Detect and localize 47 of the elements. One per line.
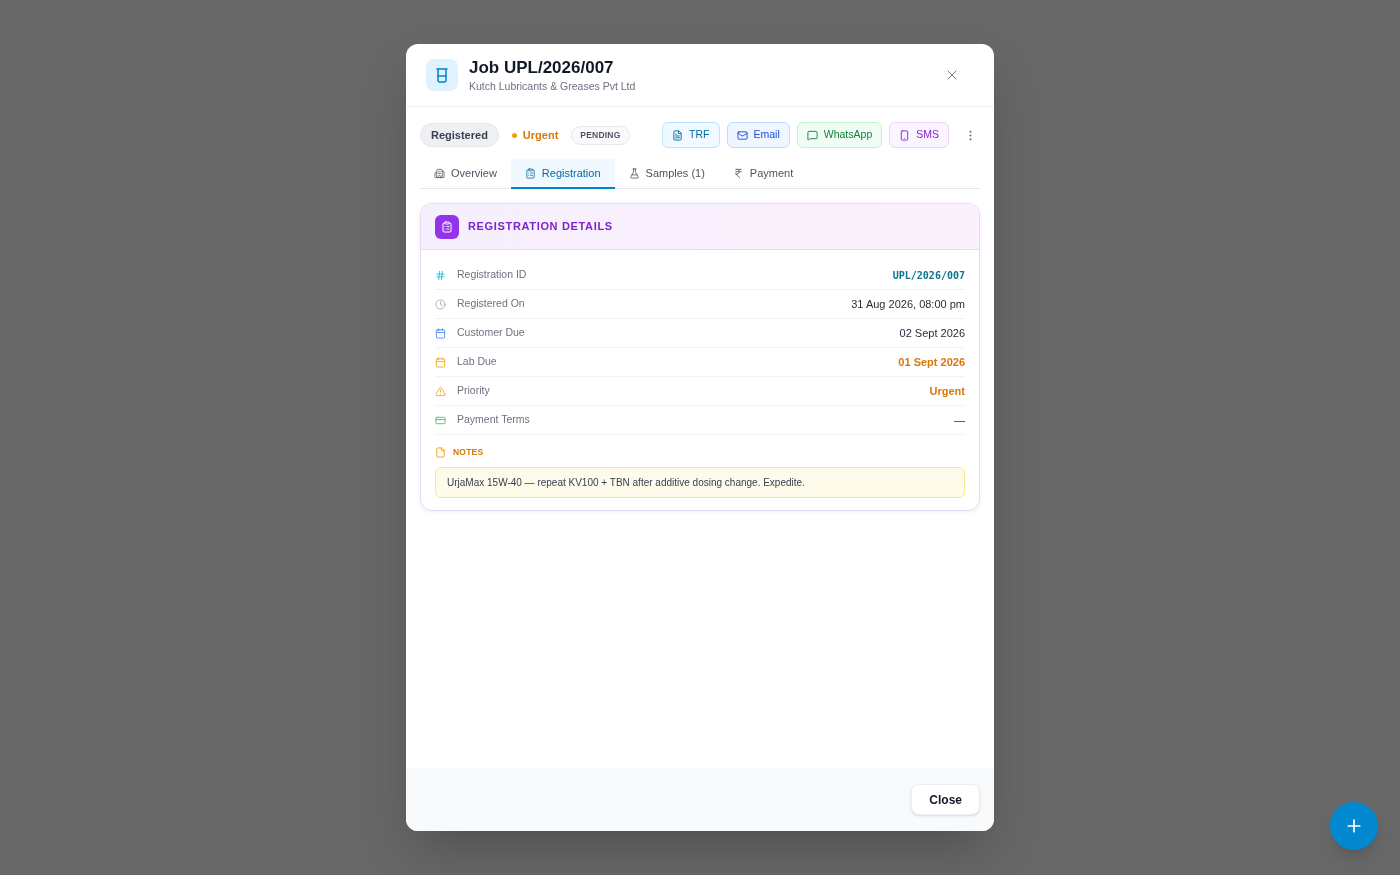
tab[interactable]: Registration bbox=[510, 159, 615, 189]
stage-badge: PENDING bbox=[571, 125, 630, 145]
detail-value: — bbox=[954, 412, 965, 428]
credit-card-icon bbox=[435, 414, 446, 426]
priority-label: Urgent bbox=[522, 127, 559, 143]
flask-icon bbox=[628, 167, 640, 179]
dialog-title: Job UPL/2026/007 bbox=[469, 56, 615, 79]
clock-icon bbox=[435, 298, 446, 310]
detail-label: Registered On bbox=[457, 296, 525, 312]
detail-label: Lab Due bbox=[457, 354, 497, 370]
share-action-button[interactable]: TRF bbox=[662, 122, 720, 148]
notes-heading: NOTES bbox=[453, 445, 484, 459]
document-icon bbox=[672, 129, 684, 141]
card-title: REGISTRATION DETAILS bbox=[468, 219, 613, 235]
clipboard-icon bbox=[441, 220, 453, 233]
jar-icon bbox=[436, 67, 448, 83]
calendar-icon bbox=[435, 356, 446, 368]
note-file-icon bbox=[435, 446, 446, 458]
detail-label: Customer Due bbox=[457, 325, 525, 341]
notes-text: UrjaMax 15W-40 — repeat KV100 + TBN after additive dosing change. Expedite. bbox=[447, 476, 805, 490]
share-action-button[interactable]: Email bbox=[726, 122, 790, 148]
detail-value: 31 Aug 2026, 08:00 pm bbox=[851, 296, 965, 312]
building-icon bbox=[434, 167, 445, 179]
tab[interactable]: Payment bbox=[718, 159, 808, 189]
clipboard-icon bbox=[524, 167, 536, 179]
dialog-subtitle: Kutch Lubricants & Greases Pvt Ltd bbox=[469, 78, 636, 94]
status-badge: Registered bbox=[420, 123, 499, 147]
warning-icon bbox=[435, 385, 446, 397]
calendar-icon bbox=[435, 327, 446, 339]
close-button[interactable]: Close bbox=[911, 784, 980, 815]
detail-label: Priority bbox=[457, 383, 490, 399]
chat-bubble-icon bbox=[806, 129, 818, 141]
mail-icon bbox=[736, 129, 748, 141]
share-action-button[interactable]: SMS bbox=[889, 122, 949, 148]
tab[interactable]: Samples (1) bbox=[614, 159, 719, 189]
detail-label: Registration ID bbox=[457, 267, 527, 283]
detail-value: 02 Sept 2026 bbox=[899, 325, 965, 341]
phone-icon bbox=[899, 129, 911, 141]
detail-value: 01 Sept 2026 bbox=[898, 354, 965, 370]
rupee-icon bbox=[732, 167, 744, 179]
add-floating-button[interactable] bbox=[1330, 802, 1378, 850]
share-action-button[interactable]: WhatsApp bbox=[796, 122, 883, 148]
detail-value: Urgent bbox=[929, 383, 965, 399]
detail-label: Payment Terms bbox=[457, 412, 530, 428]
tab[interactable]: Overview bbox=[420, 159, 511, 189]
detail-value: UPL/2026/007 bbox=[892, 268, 965, 283]
hash-icon bbox=[435, 269, 446, 281]
